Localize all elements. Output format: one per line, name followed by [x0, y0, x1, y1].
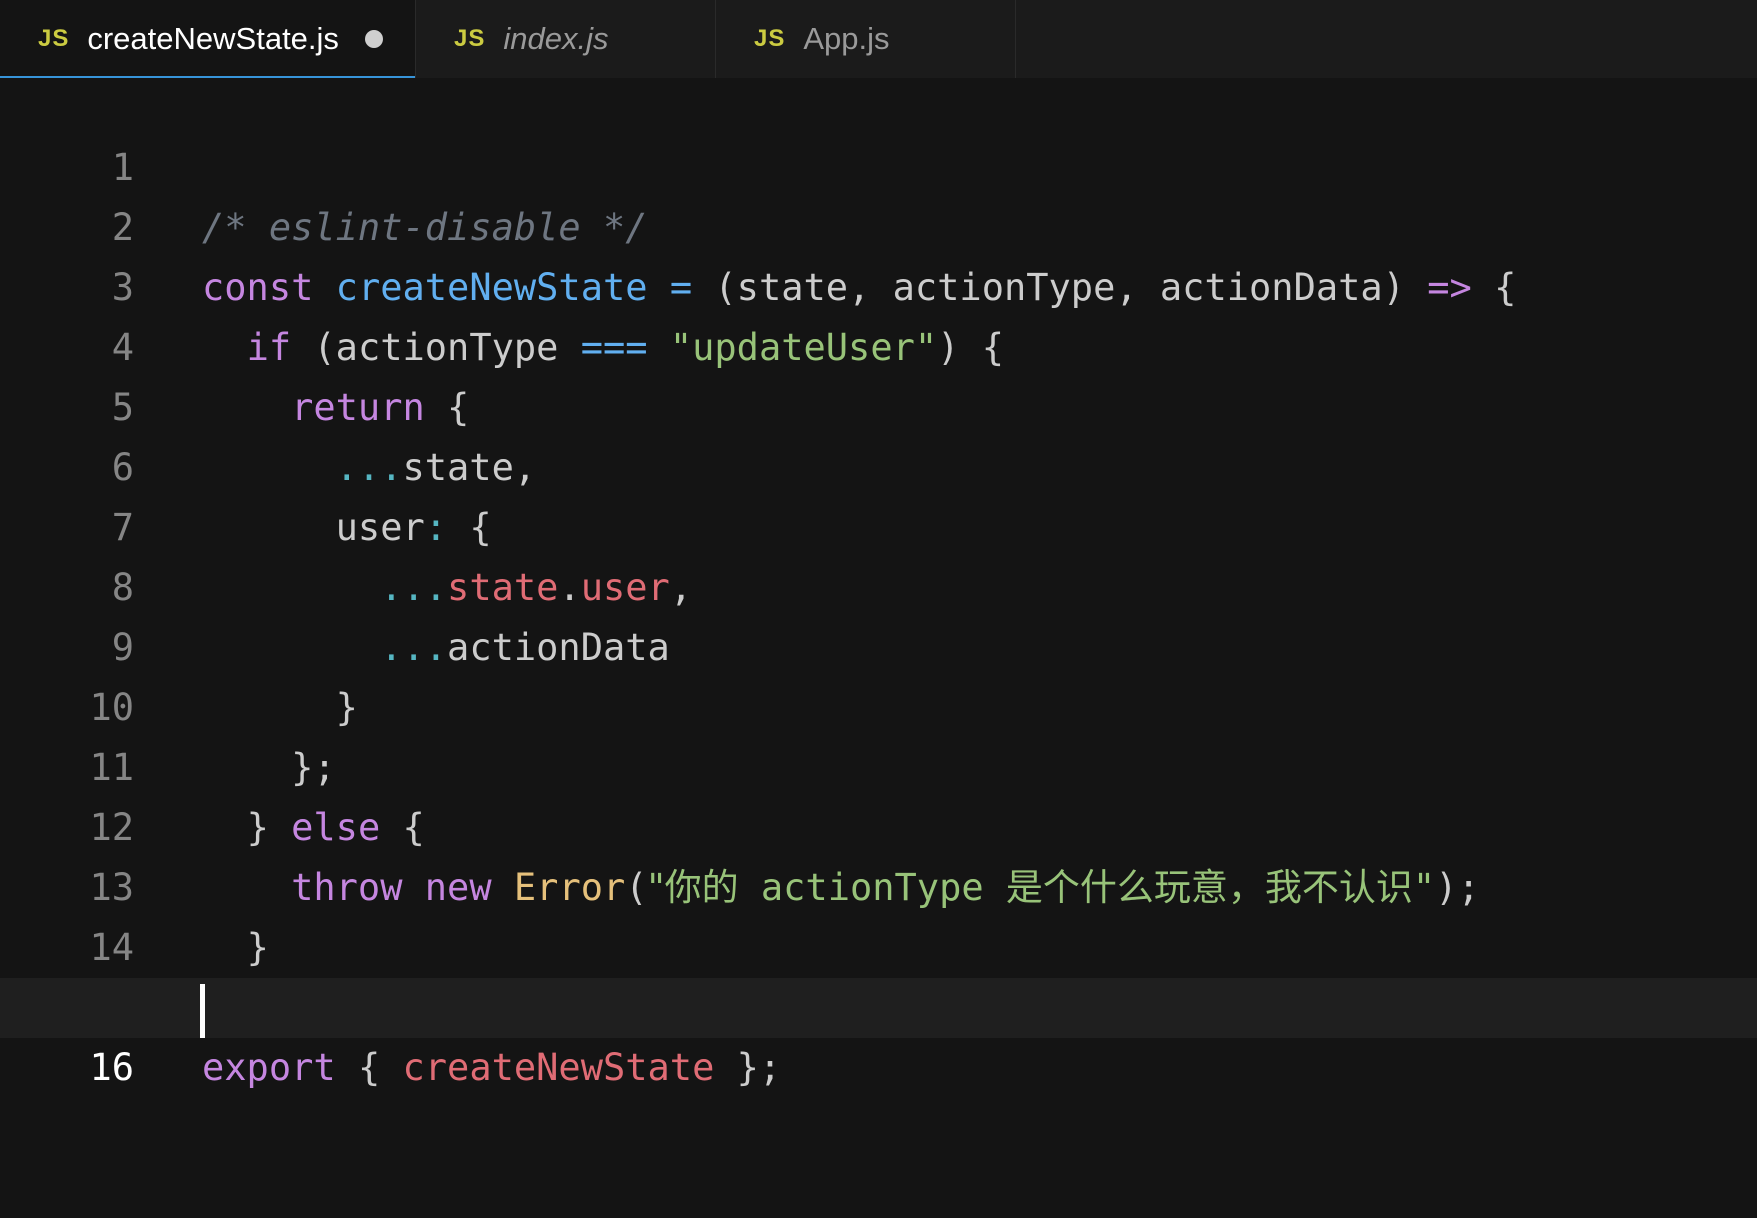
javascript-file-icon: JS: [38, 25, 70, 52]
code-line[interactable]: 7 ...state.user,: [0, 438, 1757, 609]
code-line[interactable]: 8 ...actionData: [0, 498, 1757, 669]
code-line[interactable]: 13 }: [0, 798, 1757, 969]
editor-tab-bar: JS createNewState.js JS index.js JS App.…: [0, 0, 1757, 79]
code-line[interactable]: 2 const createNewState = (state, actionT…: [0, 138, 1757, 309]
javascript-file-icon: JS: [754, 25, 786, 52]
variable-token: createNewState: [402, 1046, 715, 1089]
code-line[interactable]: 10 };: [0, 618, 1757, 789]
tab-label: index.js: [503, 21, 609, 56]
code-line[interactable]: 9 }: [0, 558, 1757, 729]
line-number: 16: [89, 1046, 134, 1089]
tab-label: createNewState.js: [87, 21, 339, 56]
keyword-token: export: [202, 1046, 336, 1089]
javascript-file-icon: JS: [454, 25, 486, 52]
code-line[interactable]: 6 user: {: [0, 378, 1757, 549]
text-cursor: [200, 984, 205, 1038]
brace-token: {: [357, 1046, 381, 1089]
code-line[interactable]: 14 };: [0, 858, 1757, 1029]
unsaved-changes-dot-icon[interactable]: [364, 30, 383, 48]
code-line[interactable]: 11 } else {: [0, 678, 1757, 849]
tab-label: App.js: [803, 21, 890, 56]
code-line[interactable]: 12 throw new Error("你的 actionType 是个什么玩意…: [0, 738, 1757, 909]
brace-token: };: [736, 1046, 782, 1089]
tab-index-js[interactable]: JS index.js: [416, 0, 716, 78]
tab-app-js[interactable]: JS App.js: [716, 0, 1016, 78]
code-line[interactable]: 15 export { createNewState };: [0, 918, 1757, 1089]
code-line[interactable]: 4 return {: [0, 258, 1757, 429]
code-line[interactable]: 5 ...state,: [0, 318, 1757, 489]
line-content: export { createNewState };: [202, 1038, 781, 1098]
code-editor[interactable]: 1 /* eslint-disable */ 2 const createNew…: [0, 78, 1757, 1089]
code-line[interactable]: 3 if (actionType === "updateUser") {: [0, 198, 1757, 369]
tab-createnewstate-js[interactable]: JS createNewState.js: [0, 0, 416, 79]
code-line[interactable]: 1 /* eslint-disable */: [0, 78, 1757, 249]
current-code-line[interactable]: 16: [0, 978, 1757, 1089]
